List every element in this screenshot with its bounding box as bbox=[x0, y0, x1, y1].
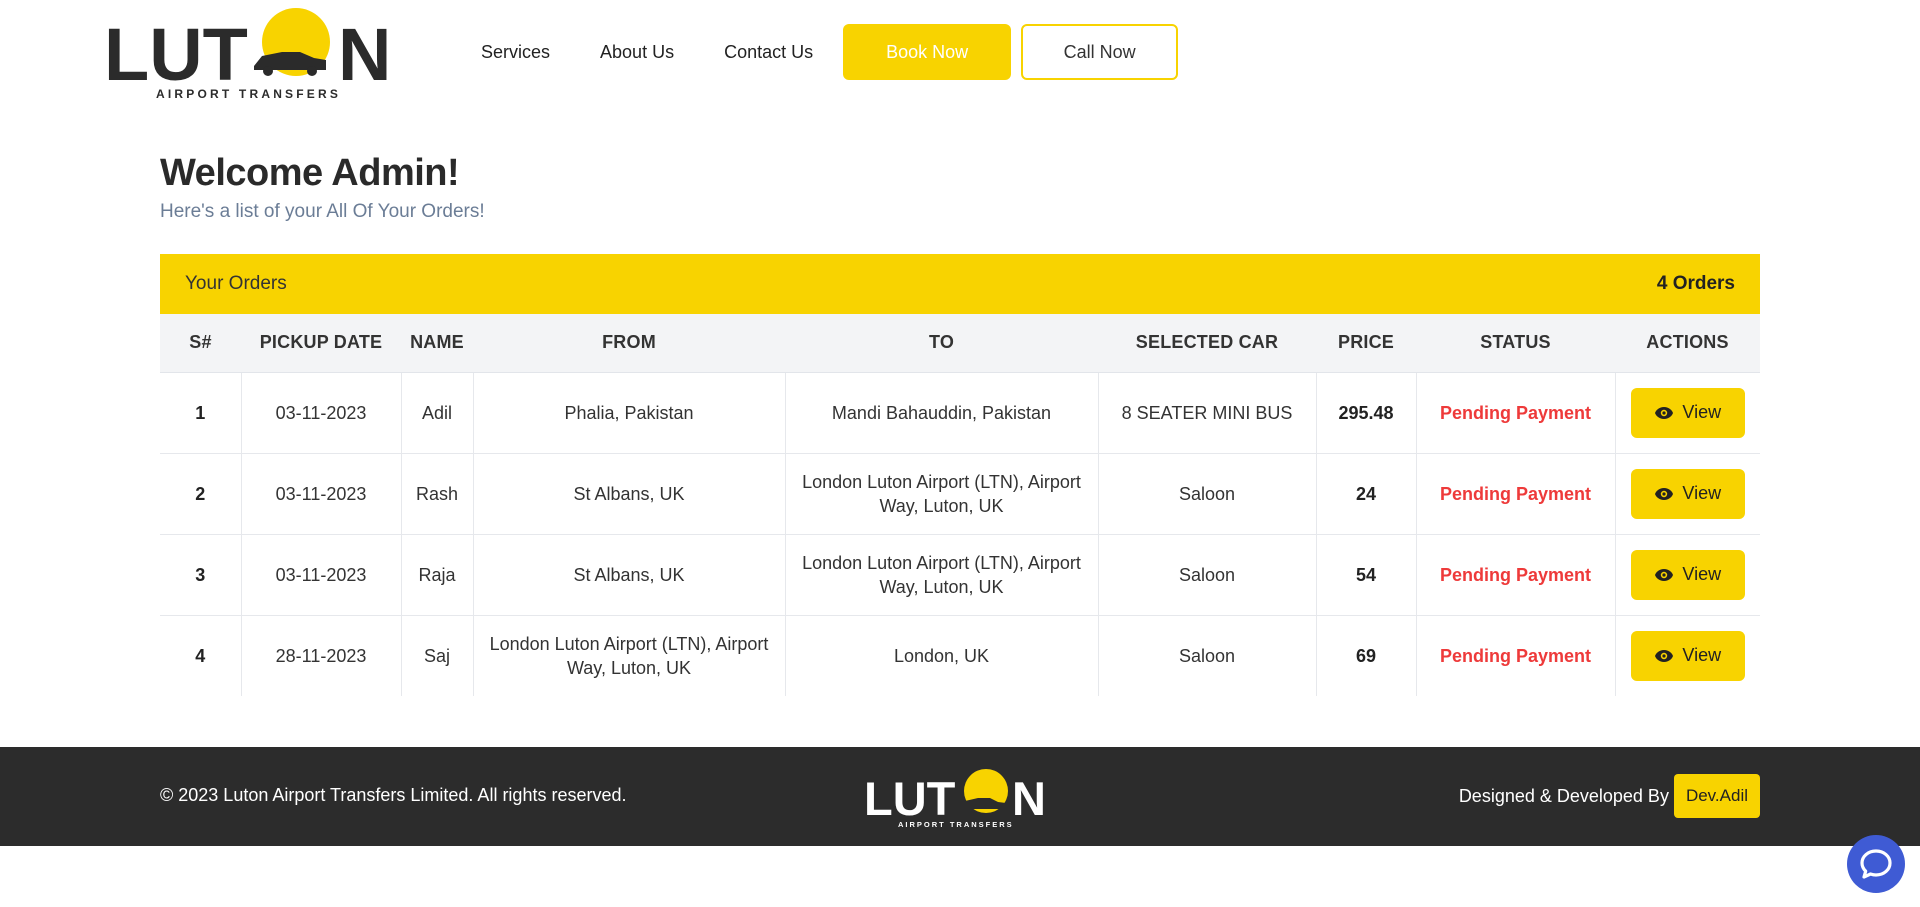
chat-icon-glyph bbox=[1860, 849, 1892, 879]
view-order-button[interactable]: View bbox=[1630, 387, 1745, 438]
logo-tagline: AIRPORT TRANSFERS bbox=[156, 87, 341, 100]
cell-status: Pending Payment bbox=[1416, 372, 1616, 453]
page-title: Welcome Admin! bbox=[160, 152, 460, 194]
nav-contact-us[interactable]: Contact Us bbox=[724, 24, 813, 80]
orders-table: S# PICKUP DATE NAME FROM TO SELECTED CAR… bbox=[160, 314, 1760, 696]
view-order-button[interactable]: View bbox=[1630, 549, 1745, 600]
cell-pickup-date: 03-11-2023 bbox=[241, 372, 402, 453]
eye-icon bbox=[1655, 649, 1674, 662]
cell-status: Pending Payment bbox=[1416, 534, 1616, 615]
eye-icon bbox=[1655, 487, 1674, 500]
footer-logo[interactable]: LUT N AIRPORT TRANSFERS bbox=[864, 767, 1056, 829]
book-now-button[interactable]: Book Now bbox=[843, 24, 1012, 80]
cell-car: Saloon bbox=[1098, 453, 1317, 534]
footer-logo-left: LUT bbox=[864, 772, 956, 825]
cell-car: Saloon bbox=[1098, 534, 1317, 615]
logo-word-right: N bbox=[338, 13, 391, 96]
main-nav: Services About Us Contact Us Book Now Ca… bbox=[481, 24, 1179, 80]
chat-bubble-icon[interactable] bbox=[1847, 835, 1905, 893]
footer-logo-tagline: AIRPORT TRANSFERS bbox=[898, 820, 1014, 829]
orders-header: Your Orders 4 Orders bbox=[160, 254, 1760, 314]
cell-status: Pending Payment bbox=[1416, 615, 1616, 696]
view-label: View bbox=[1682, 564, 1722, 584]
nav-about-us[interactable]: About Us bbox=[600, 24, 674, 80]
view-label: View bbox=[1682, 645, 1722, 666]
page-subtitle: Here's a list of your All Of Your Orders… bbox=[160, 201, 485, 222]
cell-actions: View bbox=[1615, 615, 1760, 696]
developer-badge[interactable]: Dev.Adil bbox=[1673, 774, 1760, 818]
cell-car: Saloon bbox=[1098, 615, 1317, 696]
cell-to: London Luton Airport (LTN), Airport Way,… bbox=[785, 534, 1099, 615]
column-header: STATUS bbox=[1416, 314, 1615, 373]
call-now-button[interactable]: Call Now bbox=[1021, 24, 1179, 80]
footer-copyright: © 2023 Luton Airport Transfers Limited. … bbox=[160, 785, 627, 805]
cell-name: Raja bbox=[401, 534, 474, 615]
orders-count: 4 Orders bbox=[1656, 273, 1735, 294]
cell-actions: View bbox=[1615, 372, 1760, 453]
cell-to: Mandi Bahauddin, Pakistan bbox=[785, 372, 1099, 453]
view-label: View bbox=[1682, 483, 1722, 503]
nav-services[interactable]: Services bbox=[481, 24, 550, 80]
cell-car: 8 SEATER MINI BUS bbox=[1098, 372, 1317, 453]
cell-name: Adil bbox=[401, 372, 474, 453]
orders-title: Your Orders bbox=[185, 273, 287, 294]
cell-sn: 1 bbox=[160, 372, 242, 453]
orders-card: Your Orders 4 Orders S# PICKUP DATE NAME… bbox=[160, 254, 1760, 696]
column-header: ACTIONS bbox=[1615, 314, 1760, 373]
column-header: FROM bbox=[473, 314, 785, 373]
cell-from: London Luton Airport (LTN), Airport Way,… bbox=[473, 615, 786, 696]
table-header-row: S# PICKUP DATE NAME FROM TO SELECTED CAR… bbox=[160, 314, 1760, 373]
cell-to: London, UK bbox=[785, 615, 1099, 696]
view-label: View bbox=[1682, 402, 1722, 422]
cell-price: 24 bbox=[1316, 453, 1417, 534]
view-order-button[interactable]: View bbox=[1630, 630, 1745, 681]
welcome-section: Welcome Admin! Here's a list of your All… bbox=[160, 152, 485, 223]
cell-sn: 4 bbox=[160, 615, 242, 696]
site-footer: © 2023 Luton Airport Transfers Limited. … bbox=[0, 747, 1920, 846]
cell-name: Saj bbox=[401, 615, 474, 696]
cell-price: 54 bbox=[1316, 534, 1417, 615]
table-row: 1 03-11-2023 Adil Phalia, Pakistan Mandi… bbox=[160, 372, 1760, 453]
credit-label: Designed & Developed By bbox=[1458, 785, 1669, 806]
eye-icon bbox=[1655, 568, 1674, 581]
column-header: SELECTED CAR bbox=[1098, 314, 1316, 373]
column-header: S# bbox=[160, 314, 241, 373]
column-header: TO bbox=[785, 314, 1098, 373]
cell-from: St Albans, UK bbox=[473, 453, 786, 534]
cell-price: 295.48 bbox=[1316, 372, 1417, 453]
cell-name: Rash bbox=[401, 453, 474, 534]
cell-pickup-date: 03-11-2023 bbox=[241, 453, 402, 534]
view-order-button[interactable]: View bbox=[1630, 468, 1745, 519]
table-row: 3 03-11-2023 Raja St Albans, UK London L… bbox=[160, 534, 1760, 615]
cell-to: London Luton Airport (LTN), Airport Way,… bbox=[785, 453, 1099, 534]
eye-icon bbox=[1655, 406, 1674, 419]
table-row: 4 28-11-2023 Saj London Luton Airport (L… bbox=[160, 615, 1760, 696]
site-header: LUT N AIRPORT TRANSFERS Services About U… bbox=[0, 0, 1920, 104]
column-header: PRICE bbox=[1316, 314, 1416, 373]
cell-pickup-date: 28-11-2023 bbox=[241, 615, 402, 696]
footer-credit: Designed & Developed By Dev.Adil bbox=[1459, 774, 1760, 818]
cell-price: 69 bbox=[1316, 615, 1417, 696]
cell-status: Pending Payment bbox=[1416, 453, 1616, 534]
logo-word-left: LUT bbox=[104, 13, 248, 96]
cell-sn: 2 bbox=[160, 453, 242, 534]
cell-actions: View bbox=[1615, 453, 1760, 534]
cell-pickup-date: 03-11-2023 bbox=[241, 534, 402, 615]
table-row: 2 03-11-2023 Rash St Albans, UK London L… bbox=[160, 453, 1760, 534]
cell-from: St Albans, UK bbox=[473, 534, 786, 615]
luton-logo[interactable]: LUT N AIRPORT TRANSFERS bbox=[104, 4, 408, 100]
cell-sn: 3 bbox=[160, 534, 242, 615]
footer-logo-right: N bbox=[1012, 772, 1046, 825]
cell-actions: View bbox=[1615, 534, 1760, 615]
column-header: PICKUP DATE bbox=[241, 314, 401, 373]
column-header: NAME bbox=[401, 314, 473, 373]
cell-from: Phalia, Pakistan bbox=[473, 372, 786, 453]
